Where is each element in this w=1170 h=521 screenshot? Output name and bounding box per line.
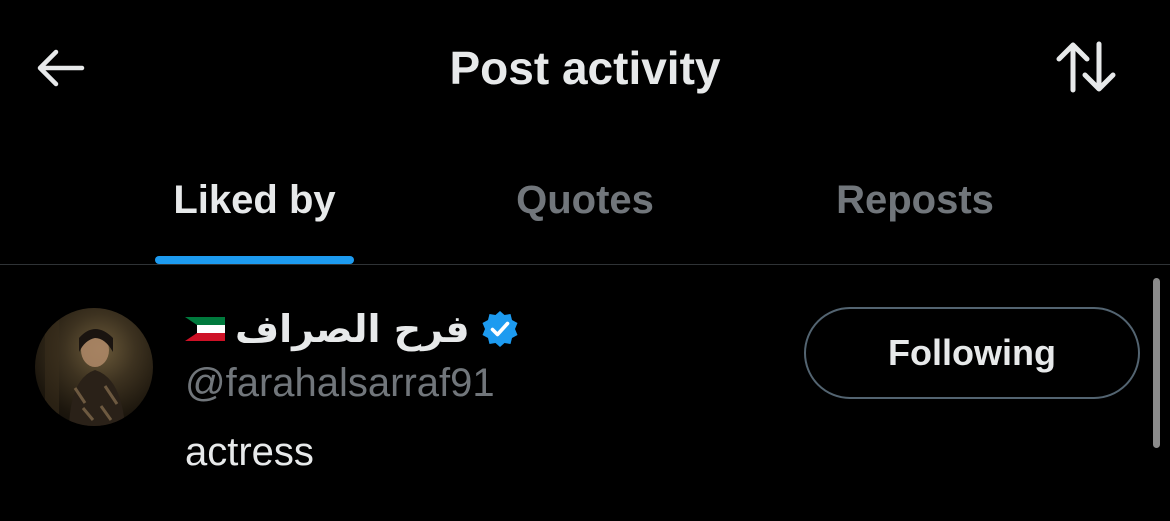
following-button[interactable]: Following xyxy=(804,307,1140,399)
page-title: Post activity xyxy=(449,42,721,94)
sort-button[interactable] xyxy=(1050,36,1122,98)
user-name-line: فرح الصراف xyxy=(185,305,520,353)
avatar-image xyxy=(45,318,125,426)
tab-quotes[interactable]: Quotes xyxy=(495,140,675,264)
user-bio: actress xyxy=(185,430,314,474)
user-list-item[interactable]: فرح الصراف @farahalsarraf91 actress Foll… xyxy=(0,265,1170,521)
user-display-name[interactable]: فرح الصراف xyxy=(235,305,470,353)
avatar[interactable] xyxy=(35,308,153,426)
tab-bar: Liked by Quotes Reposts xyxy=(0,140,1170,264)
scrollbar[interactable] xyxy=(1153,278,1160,448)
top-bar: Post activity xyxy=(0,0,1170,136)
tab-label: Quotes xyxy=(516,178,654,222)
tab-liked-by[interactable]: Liked by xyxy=(155,140,354,264)
verified-badge-icon xyxy=(482,311,518,347)
kuwait-flag-icon xyxy=(185,317,225,341)
tab-label: Reposts xyxy=(836,178,994,222)
sort-arrows-icon xyxy=(1056,41,1116,93)
tab-reposts[interactable]: Reposts xyxy=(815,140,1015,264)
tab-label: Liked by xyxy=(173,178,336,222)
active-tab-indicator xyxy=(155,256,354,264)
user-handle[interactable]: @farahalsarraf91 xyxy=(185,358,495,408)
